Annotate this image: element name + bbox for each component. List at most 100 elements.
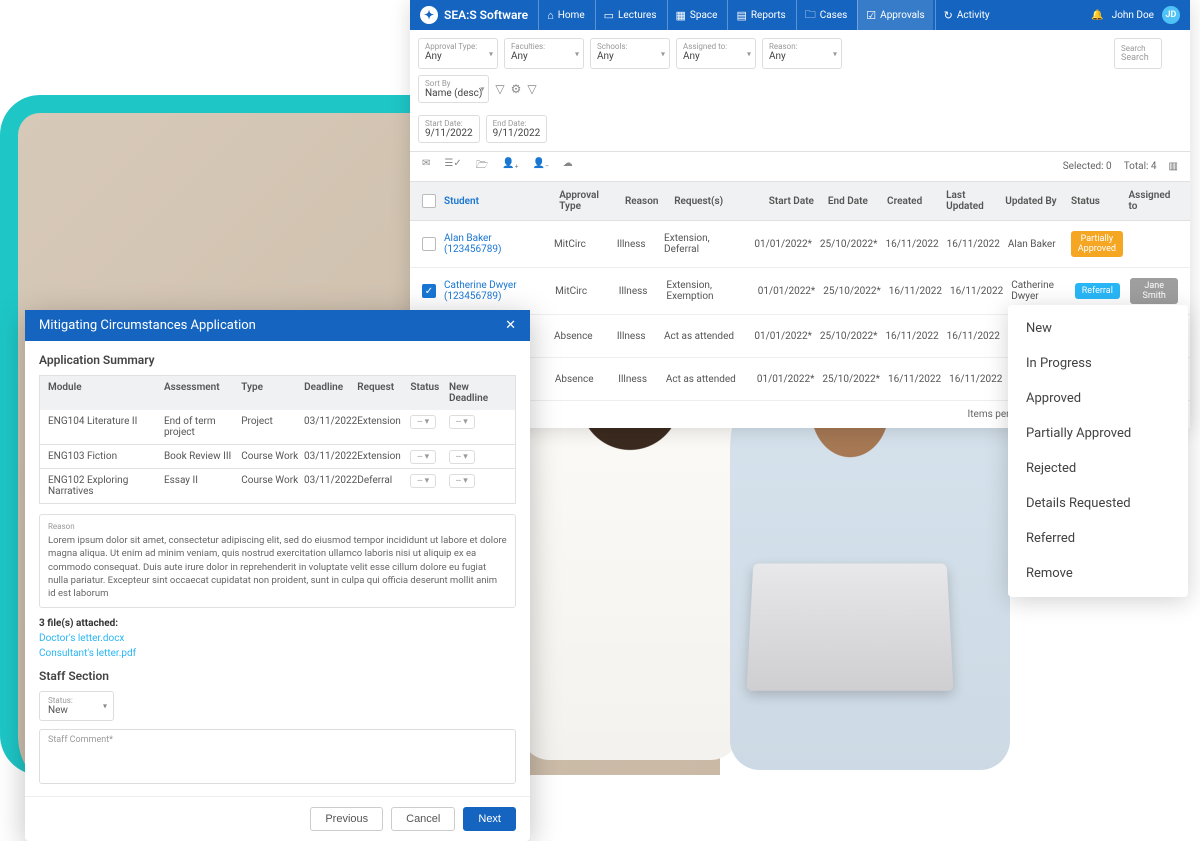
status-dropdown: NewIn ProgressApprovedPartially Approved… — [1008, 305, 1188, 597]
nav-lectures[interactable]: ▭Lectures — [595, 0, 665, 30]
filter-clear-icon[interactable]: ▽ — [527, 82, 536, 96]
next-button[interactable]: Next — [463, 807, 516, 831]
student-link[interactable]: Catherine Dwyer (123456789) — [444, 280, 547, 302]
bell-icon[interactable]: 🔔 — [1091, 10, 1103, 21]
user-name[interactable]: John Doe — [1112, 10, 1154, 21]
previous-button[interactable]: Previous — [310, 807, 383, 831]
selected-count: Selected: 0 — [1063, 161, 1112, 172]
dropdown-item[interactable]: New — [1008, 311, 1188, 346]
nav-reports[interactable]: ▤Reports — [727, 0, 793, 30]
filter-schools[interactable]: Schools:Any▾ — [590, 38, 670, 69]
dropdown-item[interactable]: Partially Approved — [1008, 416, 1188, 451]
clock-icon: ↻ — [944, 9, 953, 22]
col-updated[interactable]: Last Updated — [946, 190, 997, 212]
filter-sort[interactable]: Sort ByName (desc)▾ — [418, 75, 489, 103]
attachment-link[interactable]: Doctor's letter.docx — [39, 633, 516, 644]
col-request[interactable]: Request(s) — [674, 196, 761, 207]
check-multi-icon[interactable]: ☰✓ — [444, 158, 461, 175]
table-header: Student Approval Type Reason Request(s) … — [410, 182, 1190, 221]
attach-count: 3 file(s) attached: — [39, 618, 118, 629]
filter-faculties[interactable]: Faculties:Any▾ — [504, 38, 584, 69]
filter-search[interactable]: SearchSearch — [1114, 38, 1162, 69]
avatar[interactable]: JD — [1162, 6, 1180, 24]
total-count: Total: 4 — [1124, 161, 1157, 172]
close-icon[interactable]: ✕ — [505, 318, 516, 333]
filter-end-date[interactable]: End Date:9/11/2022 — [486, 115, 548, 143]
col-created[interactable]: Created — [887, 196, 938, 207]
summary-row: ENG104 Literature IIEnd of term projectP… — [39, 410, 516, 445]
staff-section-title: Staff Section — [39, 669, 516, 683]
filter-approval-type[interactable]: Approval Type:Any▾ — [418, 38, 498, 69]
dropdown-item[interactable]: Rejected — [1008, 451, 1188, 486]
deadline-select-small[interactable]: -- ▾ — [449, 415, 475, 429]
brand-logo-icon: ✦ — [420, 6, 438, 24]
nav-approvals[interactable]: ☑Approvals — [857, 0, 932, 30]
chart-icon: ▤ — [736, 9, 746, 22]
chevron-down-icon: ▾ — [661, 49, 665, 58]
select-all-checkbox[interactable] — [422, 194, 436, 208]
chevron-down-icon: ▾ — [489, 49, 493, 58]
dropdown-item[interactable]: Referred — [1008, 521, 1188, 556]
attachments: 3 file(s) attached: Doctor's letter.docx… — [39, 618, 516, 659]
nav-home[interactable]: ⌂Home — [538, 0, 593, 30]
home-icon: ⌂ — [547, 9, 554, 22]
chevron-down-icon: ▾ — [833, 49, 837, 58]
dropdown-item[interactable]: Details Requested — [1008, 486, 1188, 521]
nav-space[interactable]: ▦Space — [667, 0, 726, 30]
col-end[interactable]: End Date — [828, 196, 879, 207]
status-select-small[interactable]: -- ▾ — [410, 474, 436, 488]
col-start[interactable]: Start Date — [769, 196, 820, 207]
columns-icon[interactable]: ▥ — [1169, 161, 1178, 172]
summary-row: ENG103 FictionBook Review IIICourse Work… — [39, 445, 516, 469]
chevron-down-icon: ▾ — [480, 85, 484, 94]
gear-icon[interactable]: ⚙ — [511, 82, 522, 96]
assigned-badge: Jane Smith — [1130, 278, 1178, 304]
top-nav: ✦ SEA:S Software ⌂Home ▭Lectures ▦Space … — [410, 0, 1190, 30]
status-badge: Referral — [1075, 283, 1120, 299]
dropdown-item[interactable]: Approved — [1008, 381, 1188, 416]
folder-open-icon[interactable]: 🗁 — [476, 158, 488, 175]
filter-reason[interactable]: Reason:Any▾ — [762, 38, 842, 69]
col-student[interactable]: Student — [444, 196, 551, 207]
filter-assigned[interactable]: Assigned to:Any▾ — [676, 38, 756, 69]
table-row[interactable]: Alan Baker (123456789) MitCirc Illness E… — [410, 221, 1190, 268]
nav-cases[interactable]: 🗀Cases — [796, 0, 856, 30]
cloud-icon[interactable]: ☁ — [563, 158, 573, 175]
chevron-down-icon: ▾ — [747, 49, 751, 58]
dropdown-item[interactable]: Remove — [1008, 556, 1188, 591]
status-select-small[interactable]: -- ▾ — [410, 415, 436, 429]
folder-icon: 🗀 — [805, 6, 816, 25]
brand: ✦ SEA:S Software — [420, 6, 528, 24]
status-select-small[interactable]: -- ▾ — [410, 450, 436, 464]
grid-icon: ▦ — [676, 9, 686, 22]
user-add-icon[interactable]: 👤₊ — [502, 158, 518, 175]
col-status[interactable]: Status — [1071, 196, 1120, 207]
summary-title: Application Summary — [39, 353, 516, 367]
chevron-down-icon: ▾ — [103, 701, 107, 710]
approval-icon: ☑ — [866, 9, 876, 22]
summary-header: Module Assessment Type Deadline Request … — [39, 375, 516, 410]
col-updatedby[interactable]: Updated By — [1005, 196, 1063, 207]
chevron-down-icon: ▾ — [575, 49, 579, 58]
cancel-button[interactable]: Cancel — [391, 807, 455, 831]
status-select[interactable]: Status: New▾ — [39, 691, 114, 721]
reason-text: Lorem ipsum dolor sit amet, consectetur … — [48, 534, 507, 600]
modal-header: Mitigating Circumstances Application ✕ — [25, 310, 530, 341]
nav-activity[interactable]: ↻Activity — [935, 0, 998, 30]
col-reason[interactable]: Reason — [625, 196, 666, 207]
dropdown-item[interactable]: In Progress — [1008, 346, 1188, 381]
funnel-icon[interactable]: ▽ — [495, 82, 504, 96]
col-apptype[interactable]: Approval Type — [559, 190, 617, 212]
filter-start-date[interactable]: Start Date:9/11/2022 — [418, 115, 480, 143]
user-remove-icon[interactable]: 👤₋ — [533, 158, 549, 175]
table-toolbar: ✉ ☰✓ 🗁 👤₊ 👤₋ ☁ Selected: 0 Total: 4 ▥ — [410, 152, 1190, 182]
row-checkbox[interactable]: ✓ — [422, 284, 436, 298]
row-checkbox[interactable] — [422, 237, 436, 251]
deadline-select-small[interactable]: -- ▾ — [449, 450, 475, 464]
mail-icon[interactable]: ✉ — [422, 158, 430, 175]
deadline-select-small[interactable]: -- ▾ — [449, 474, 475, 488]
staff-comment-input[interactable]: Staff Comment* — [39, 729, 516, 784]
attachment-link[interactable]: Consultant's letter.pdf — [39, 648, 516, 659]
col-assigned[interactable]: Assigned to — [1129, 190, 1178, 212]
student-link[interactable]: Alan Baker (123456789) — [444, 233, 546, 255]
